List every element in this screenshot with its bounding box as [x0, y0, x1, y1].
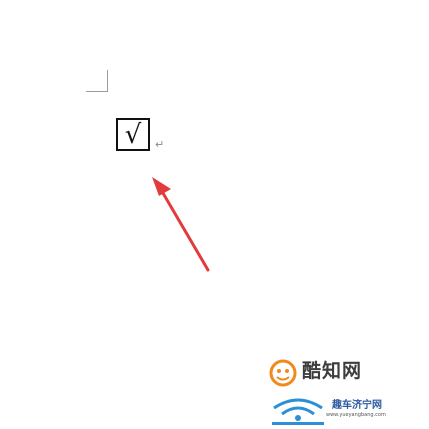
arrow-head: [152, 177, 171, 196]
checkmark-glyph: √: [124, 119, 142, 150]
checked-checkbox-symbol[interactable]: √: [116, 118, 150, 151]
document-page: √ ↵ 酷知网 趣车济宁网 www.yueyangbang.com: [0, 0, 429, 429]
brand-logo-icon: [269, 359, 297, 387]
watermark-url: www.yueyangbang.com: [326, 412, 386, 418]
paragraph-mark: ↵: [155, 138, 165, 151]
arrow-shaft: [158, 186, 210, 272]
site-watermark: 酷知网 趣车济宁网 www.yueyangbang.com: [266, 352, 426, 428]
wifi-wave-icon: [272, 398, 324, 425]
page-margin-corner-mark: [86, 70, 108, 92]
watermark-brand-text: 酷知网: [302, 360, 363, 382]
watermark-site-name: 趣车济宁网: [332, 400, 382, 411]
